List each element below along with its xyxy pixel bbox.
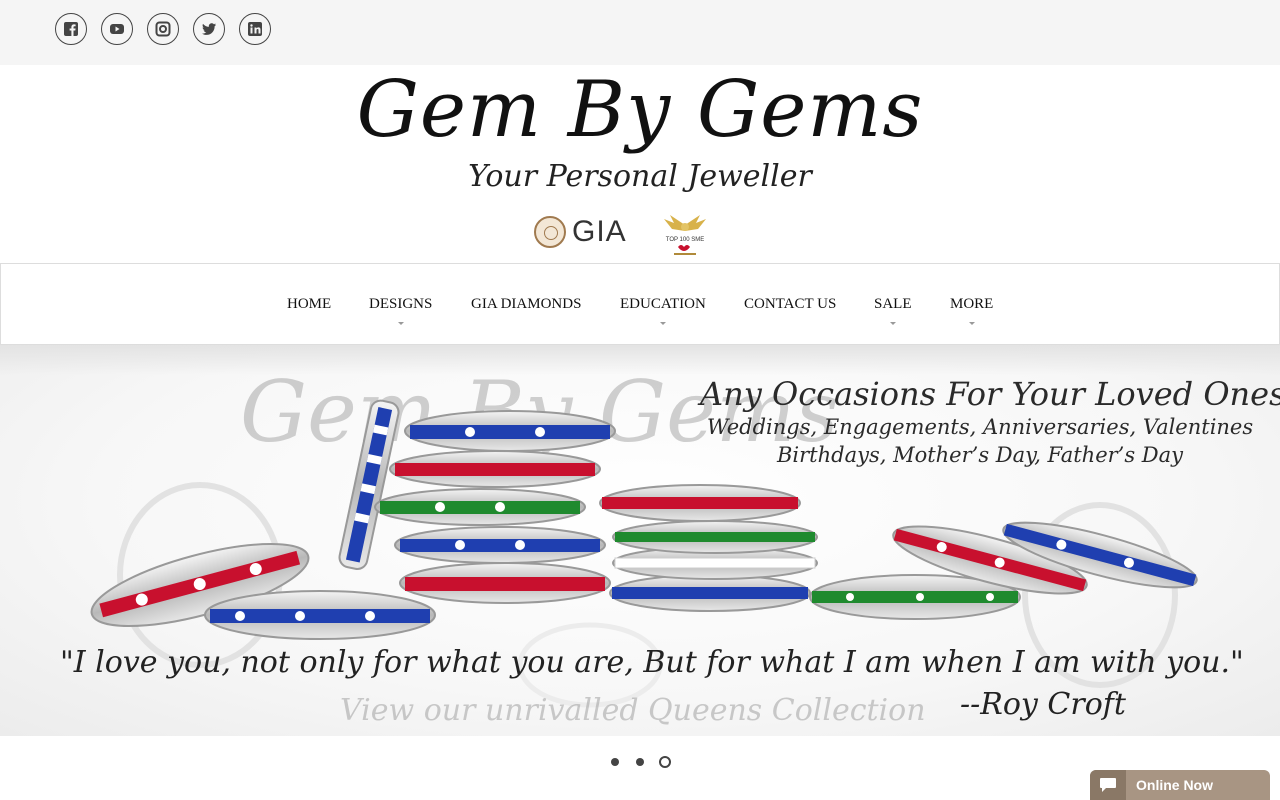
gia-logo: GIA (534, 215, 627, 249)
chat-icon (1090, 770, 1126, 800)
youtube-icon (110, 24, 124, 34)
nav-item-more[interactable]: MORE (950, 296, 993, 313)
linkedin-link[interactable] (239, 13, 271, 45)
twitter-icon (202, 23, 216, 35)
brand-subtitle: Your Personal Jeweller (468, 159, 812, 194)
hero-headline: Any Occasions For Your Loved Ones (700, 375, 1280, 413)
chevron-down-icon (398, 322, 404, 325)
hero-quote: "I love you, not only for what you are, … (60, 645, 1244, 680)
instagram-icon (155, 21, 171, 37)
social-bar (0, 0, 1280, 65)
linkedin-icon (248, 22, 262, 36)
nav-item-gia-diamonds[interactable]: GIA DIAMONDS (471, 296, 581, 313)
sme-badge: TOP 100 SME (664, 215, 706, 255)
slider-dot-3[interactable] (659, 756, 671, 768)
facebook-icon (64, 22, 78, 36)
youtube-link[interactable] (101, 13, 133, 45)
nav-item-sale[interactable]: SALE (874, 296, 912, 313)
hero-quote-author: --Roy Croft (960, 687, 1126, 722)
chevron-down-icon (660, 322, 666, 325)
twitter-link[interactable] (193, 13, 225, 45)
nav-item-contact-us[interactable]: CONTACT US (744, 296, 836, 313)
hero-occasions-line1: Weddings, Engagements, Anniversaries, Va… (706, 415, 1254, 439)
hero-collection-link[interactable]: View our unrivalled Queens Collection (340, 693, 926, 728)
chat-widget[interactable]: Online Now (1090, 770, 1270, 800)
slider-dot-1[interactable] (611, 758, 619, 766)
facebook-link[interactable] (55, 13, 87, 45)
hero-slider[interactable]: Gem By Gems (0, 345, 1280, 736)
instagram-link[interactable] (147, 13, 179, 45)
sme-badge-text: TOP 100 SME (666, 237, 704, 243)
gia-seal-icon (534, 216, 566, 248)
chevron-down-icon (969, 322, 975, 325)
nav-item-home[interactable]: HOME (287, 296, 331, 313)
hero-occasions-line2: Birthdays, Mother’s Day, Father’s Day (776, 443, 1184, 467)
brand-logo[interactable]: Gem By Gems Your Personal Jeweller GIA T… (0, 65, 1280, 263)
nav-item-education[interactable]: EDUCATION (620, 296, 706, 313)
brand-title: Gem By Gems (356, 65, 924, 155)
nav-item-designs[interactable]: DESIGNS (369, 296, 432, 313)
gia-text: GIA (572, 215, 627, 248)
chat-label: Online Now (1136, 777, 1213, 793)
chevron-down-icon (890, 322, 896, 325)
slider-dot-2[interactable] (636, 758, 644, 766)
main-nav: HOME DESIGNS GIA DIAMONDS EDUCATION CONT… (0, 263, 1280, 345)
